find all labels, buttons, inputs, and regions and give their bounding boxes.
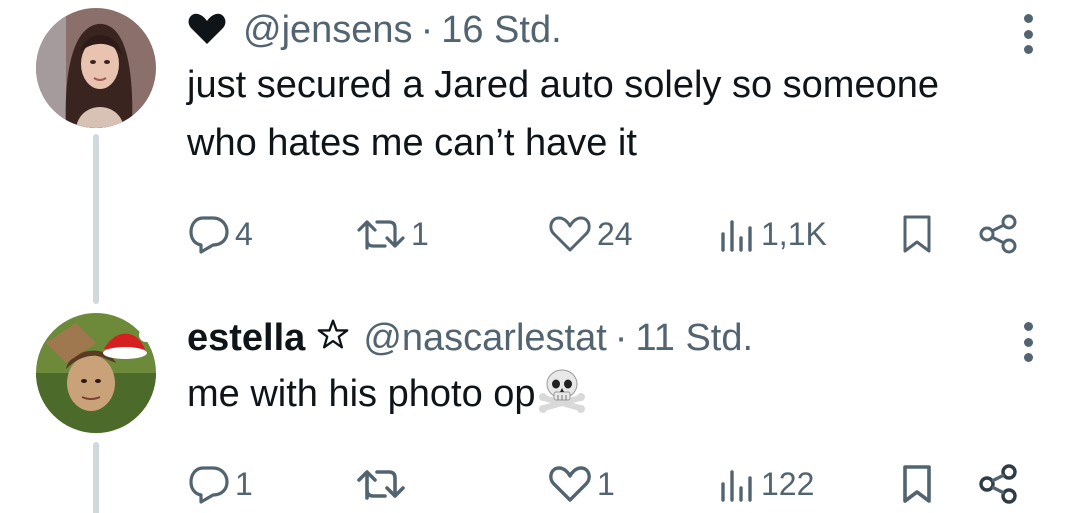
reply-icon (187, 464, 231, 504)
reply-count: 4 (235, 215, 253, 252)
tweet-text-container: me with his photo op (187, 364, 967, 423)
more-icon[interactable] (1022, 322, 1034, 362)
views-icon (717, 214, 757, 254)
views-icon (717, 464, 757, 504)
retweet-count: 1 (411, 215, 429, 252)
views-count: 1,1K (761, 215, 827, 252)
thread-line (93, 442, 99, 513)
like-count: 24 (597, 215, 633, 252)
more-icon[interactable] (1022, 14, 1034, 54)
retweet-icon (355, 464, 407, 504)
like-button[interactable]: 1 (547, 464, 615, 504)
retweet-button[interactable] (355, 464, 411, 504)
retweet-button[interactable]: 1 (355, 214, 429, 254)
share-icon (977, 463, 1021, 505)
display-name[interactable]: estella (187, 312, 305, 364)
heart-badge-icon (187, 8, 227, 44)
like-count: 1 (597, 465, 615, 502)
share-button[interactable] (977, 463, 1021, 505)
share-icon (977, 213, 1021, 255)
retweet-icon (355, 214, 407, 254)
skull-emoji-icon (536, 364, 588, 414)
reply-button[interactable]: 1 (187, 464, 253, 504)
tweet[interactable]: estella @nascarlestat · 11 Std. me with … (187, 308, 1080, 504)
action-bar: 4 1 24 1,1K (187, 204, 1080, 264)
tweet-text: me with his photo op (187, 373, 536, 415)
reply-count: 1 (235, 465, 253, 502)
tweet-text: just secured a Jared auto solely so some… (187, 64, 939, 164)
reply-button[interactable]: 4 (187, 214, 253, 254)
share-button[interactable] (977, 213, 1021, 255)
bookmark-icon (899, 463, 935, 505)
tweet-header: @jensens · 16 Std. (187, 0, 1080, 56)
bookmark-icon (899, 213, 935, 255)
bookmark-button[interactable] (899, 213, 935, 255)
like-button[interactable]: 24 (547, 214, 633, 254)
user-handle[interactable]: @nascarlestat (363, 312, 606, 364)
like-icon (547, 464, 593, 504)
timestamp[interactable]: 16 Std. (441, 4, 561, 56)
views-count: 122 (761, 465, 815, 502)
bookmark-button[interactable] (899, 463, 935, 505)
separator-dot: · (420, 9, 434, 51)
star-badge-icon (317, 312, 349, 364)
views-button[interactable]: 122 (717, 464, 814, 504)
tweet[interactable]: @jensens · 16 Std. just secured a Jared … (187, 0, 1080, 254)
views-button[interactable]: 1,1K (717, 214, 827, 254)
avatar[interactable] (36, 8, 156, 128)
separator-dot: · (614, 317, 628, 359)
thread-line (93, 134, 99, 304)
avatar[interactable] (36, 313, 156, 433)
reply-icon (187, 214, 231, 254)
user-handle[interactable]: @jensens (243, 4, 413, 56)
like-icon (547, 214, 593, 254)
action-bar: 1 1 122 (187, 454, 1080, 513)
timestamp[interactable]: 11 Std. (635, 312, 753, 364)
tweet-header: estella @nascarlestat · 11 Std. (187, 308, 1080, 364)
